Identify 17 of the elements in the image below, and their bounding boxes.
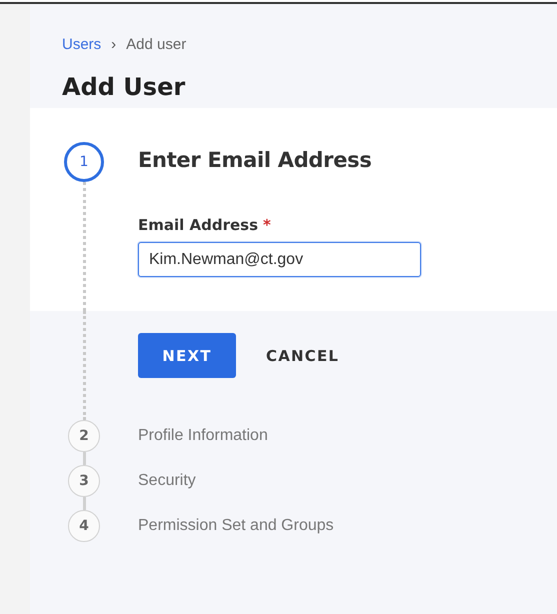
email-input[interactable]: Kim.Newman@ct.gov [138,242,421,277]
step-number: 2 [68,420,100,452]
step-title: Enter Email Address [138,148,373,172]
step-title: Security [138,472,196,490]
step-title: Permission Set and Groups [138,517,334,535]
next-button[interactable]: NEXT [138,333,236,378]
step-number: 4 [68,510,100,542]
cancel-button[interactable]: CANCEL [266,346,340,364]
step-title: Profile Information [138,427,268,445]
step-number: 1 [64,142,104,182]
required-mark: * [263,216,271,234]
page-title: Add User [62,73,186,101]
breadcrumb-current: Add user [126,36,186,53]
breadcrumb-link[interactable]: Users [62,36,102,53]
field-label: Email Address [138,216,258,234]
step-number: 3 [68,465,100,497]
breadcrumb-separator: › [111,36,116,53]
